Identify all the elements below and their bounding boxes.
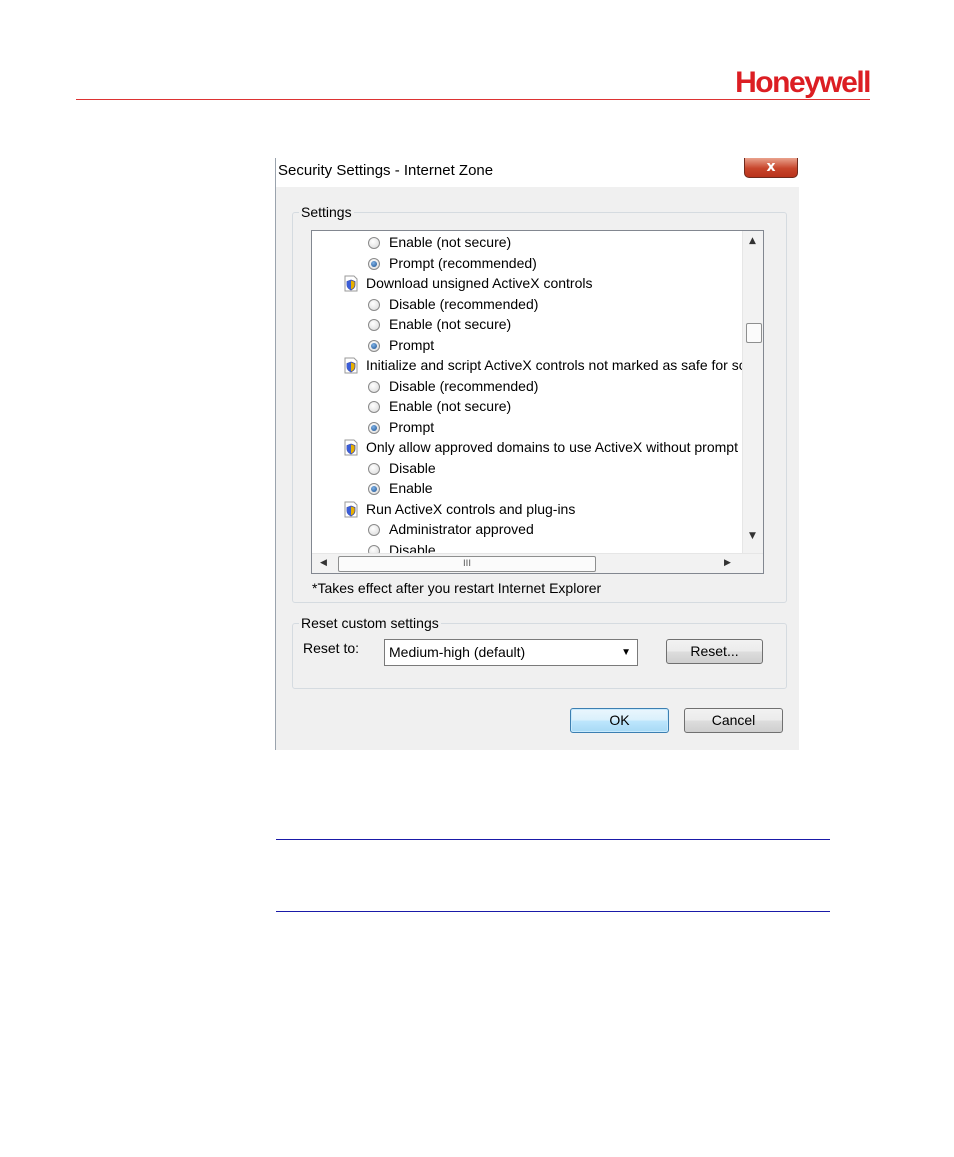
security-settings-dialog: Security Settings - Internet Zone x Sett… (275, 158, 799, 750)
scroll-grip: III (463, 559, 471, 569)
setting-label: Initialize and script ActiveX controls n… (366, 357, 742, 373)
document-rule-top (276, 839, 830, 840)
setting-label: Enable (not secure) (389, 234, 512, 250)
setting-option[interactable]: Disable (recommended) (368, 376, 538, 396)
setting-option[interactable]: Prompt (368, 335, 434, 355)
close-icon: x (766, 159, 776, 175)
chevron-down-icon: ▼ (621, 647, 631, 658)
honeywell-logo: Honeywell (735, 66, 871, 99)
scroll-right-icon[interactable]: ▶ (724, 558, 731, 568)
radio-checked-icon[interactable] (368, 421, 380, 434)
radio-unchecked-icon[interactable] (368, 524, 380, 536)
radio-unchecked-icon[interactable] (368, 319, 380, 331)
setting-label: Administrator approved (389, 521, 534, 537)
setting-shield-icon (344, 275, 358, 292)
document-rule-bottom (276, 911, 830, 912)
setting-option[interactable]: Enable (368, 478, 433, 498)
settings-rows: Enable (not secure) Prompt (recommended) D… (312, 231, 742, 553)
radio-unchecked-icon[interactable] (368, 544, 380, 553)
setting-shield-icon (344, 501, 358, 517)
scroll-up-icon[interactable]: ▲ (749, 236, 756, 246)
radio-unchecked-icon[interactable] (368, 380, 380, 393)
cancel-button[interactable]: Cancel (684, 708, 783, 733)
setting-option[interactable]: Prompt (368, 417, 434, 437)
setting-label: Enable (not secure) (389, 398, 512, 414)
setting-shield-icon (344, 439, 358, 456)
horizontal-scroll-thumb[interactable]: III (338, 556, 596, 572)
ok-button[interactable]: OK (570, 708, 669, 733)
dialog-title: Security Settings - Internet Zone (278, 162, 494, 179)
radio-checked-icon[interactable] (368, 257, 380, 270)
setting-label: Prompt (recommended) (389, 254, 537, 271)
reset-to-label: Reset to: (303, 640, 360, 656)
setting-category[interactable]: Run ActiveX controls and plug-ins (344, 499, 575, 519)
settings-legend: Settings (299, 204, 354, 220)
setting-option[interactable]: Disable (recommended) (368, 294, 538, 314)
radio-checked-icon[interactable] (368, 339, 380, 352)
setting-label: Prompt (389, 418, 435, 435)
scroll-down-icon[interactable]: ▼ (749, 531, 756, 541)
close-button[interactable]: x (744, 158, 798, 178)
radio-checked-icon[interactable] (368, 483, 380, 495)
dialog-titlebar: Security Settings - Internet Zone x (276, 158, 799, 187)
setting-option[interactable]: Administrator approved (368, 519, 534, 539)
setting-label: Run ActiveX controls and plug-ins (366, 500, 576, 517)
setting-label: Enable (389, 480, 433, 496)
setting-option[interactable]: Disable (368, 458, 436, 478)
setting-label: Disable (recommended) (389, 377, 539, 394)
vertical-scroll-thumb[interactable] (746, 323, 762, 343)
vertical-scrollbar[interactable]: ▲ ▼ (742, 231, 763, 553)
setting-label: Disable (389, 459, 436, 476)
setting-option[interactable]: Disable (368, 540, 436, 554)
reset-level-value: Medium-high (default) (389, 644, 526, 660)
reset-level-select[interactable]: Medium-high (default) ▼ (384, 639, 638, 666)
header-rule (76, 99, 870, 100)
setting-label: Disable (389, 541, 436, 554)
setting-option[interactable]: Prompt (recommended) (368, 253, 537, 273)
radio-unchecked-icon[interactable] (368, 298, 380, 311)
setting-label: Only allow approved domains to use Activ… (366, 439, 738, 455)
setting-shield-icon (344, 357, 358, 374)
setting-category[interactable]: Initialize and script ActiveX controls n… (344, 355, 742, 375)
setting-label: Prompt (389, 336, 435, 353)
radio-unchecked-icon[interactable] (368, 401, 380, 413)
setting-option[interactable]: Enable (not secure) (368, 314, 511, 334)
radio-unchecked-icon[interactable] (368, 237, 380, 249)
setting-option[interactable]: Enable (not secure) (368, 396, 511, 416)
setting-label: Enable (not secure) (389, 316, 512, 332)
reset-button[interactable]: Reset... (666, 639, 763, 664)
settings-list[interactable]: Enable (not secure) Prompt (recommended) D… (311, 230, 764, 574)
setting-category[interactable]: Only allow approved domains to use Activ… (344, 437, 738, 457)
reset-legend: Reset custom settings (299, 615, 441, 631)
restart-note: *Takes effect after you restart Internet… (312, 580, 602, 596)
setting-label: Download unsigned ActiveX controls (366, 275, 593, 291)
setting-category[interactable]: Download unsigned ActiveX controls (344, 273, 592, 293)
radio-unchecked-icon[interactable] (368, 462, 380, 475)
horizontal-scrollbar[interactable]: ◀ III ▶ (312, 553, 763, 573)
setting-label: Disable (recommended) (389, 295, 539, 312)
scroll-left-icon[interactable]: ◀ (320, 558, 327, 568)
setting-option[interactable]: Enable (not secure) (368, 232, 511, 252)
